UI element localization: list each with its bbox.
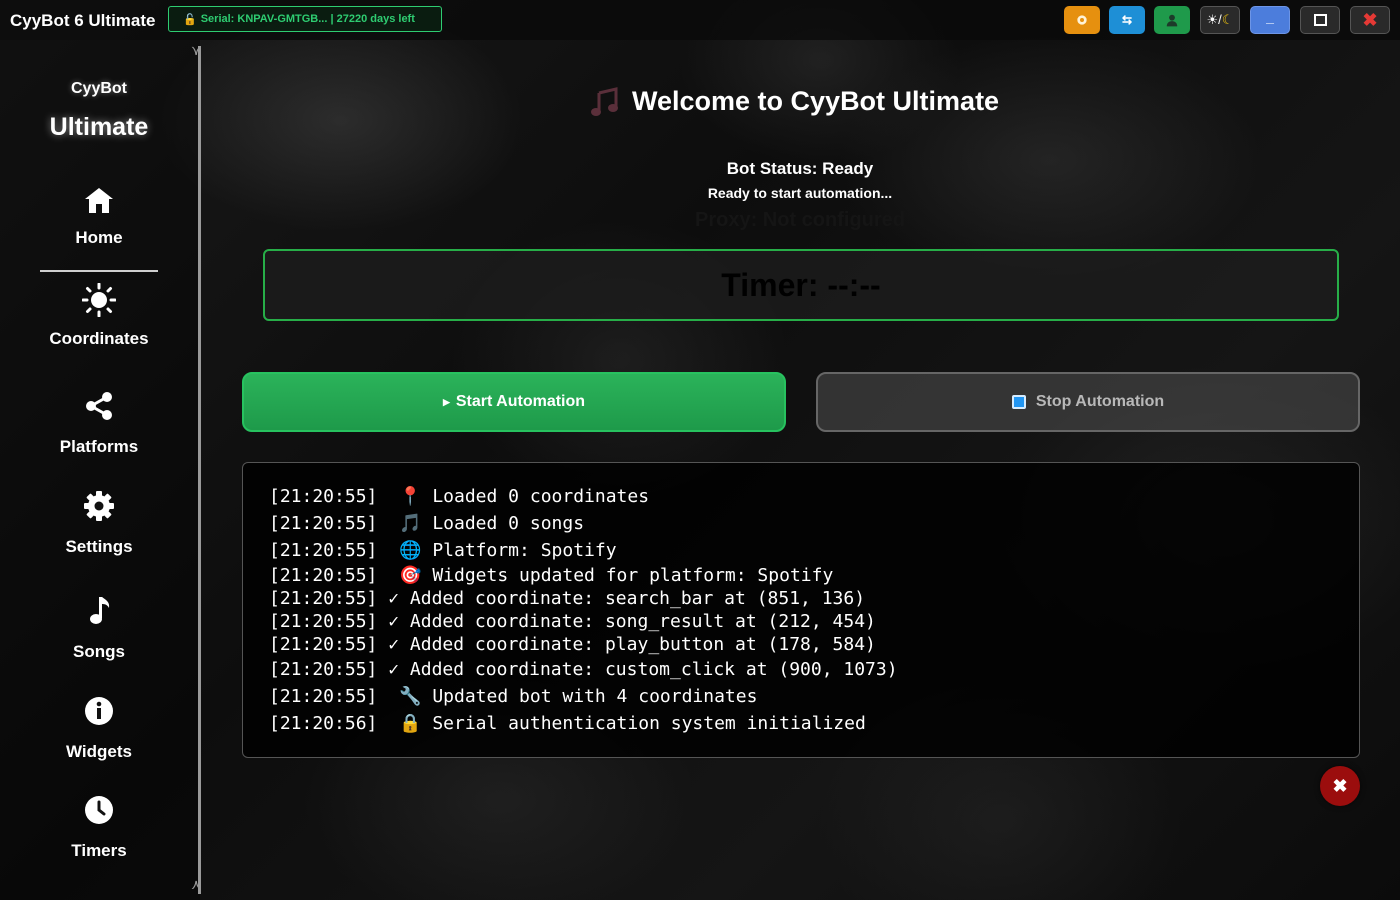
settings-gear-button[interactable] xyxy=(1064,6,1100,34)
sidebar-item-label: Timers xyxy=(71,841,127,860)
start-automation-label: Start Automation xyxy=(455,393,586,410)
log-line: [21:20:55] ✓ Added coordinate: play_butt… xyxy=(269,634,876,655)
clock-icon xyxy=(85,796,113,824)
close-floating-button[interactable]: ✖ xyxy=(1320,766,1360,806)
pin-icon: 📍 xyxy=(399,486,422,507)
sidebar-item-label: Settings xyxy=(65,537,133,556)
main-panel: Welcome to CyyBot Ultimate Bot Status: R… xyxy=(200,40,1400,900)
timer-panel: Timer: --:-- xyxy=(263,249,1339,321)
play-icon: ▶ xyxy=(442,396,450,407)
proxy-status: Proxy: Not configured xyxy=(694,209,905,231)
sidebar-item-label: Widgets xyxy=(66,742,132,761)
sidebar-item-platforms[interactable]: Platforms xyxy=(0,391,198,457)
checkmark-icon: ✓ xyxy=(388,634,400,655)
active-indicator xyxy=(40,270,158,272)
home-icon xyxy=(85,188,113,213)
sidebar-item-home[interactable]: Home xyxy=(0,186,198,248)
globe-icon: 🌐 xyxy=(399,540,422,561)
gear-icon xyxy=(1077,15,1087,25)
gear-icon xyxy=(84,491,114,521)
user-icon xyxy=(1166,14,1178,27)
close-icon: ✖ xyxy=(1362,9,1378,30)
wrench-icon: 🔧 xyxy=(399,686,422,707)
minimize-icon: _ xyxy=(1266,9,1274,25)
status-detail: Ready to start automation... xyxy=(707,185,893,201)
refresh-button[interactable]: ⇆ xyxy=(1109,6,1145,34)
brand-name: CyyBot xyxy=(70,80,127,97)
checkmark-icon: ✓ xyxy=(388,659,400,680)
user-button[interactable] xyxy=(1154,6,1190,34)
brand-edition: Ultimate xyxy=(49,113,149,141)
log-line: [21:20:55] ✓ Added coordinate: song_resu… xyxy=(269,611,876,632)
sidebar-item-widgets[interactable]: Widgets xyxy=(0,696,198,762)
stop-automation-button[interactable]: Stop Automation xyxy=(816,372,1360,432)
target-icon: 🎯 xyxy=(399,565,422,586)
sidebar-item-label: Platforms xyxy=(59,437,139,456)
sidebar-item-songs[interactable]: Songs xyxy=(0,596,198,662)
unlock-icon: 🔓 xyxy=(183,13,197,26)
refresh-icon: ⇆ xyxy=(1121,13,1133,27)
sidebar-scrollbar[interactable] xyxy=(198,46,201,894)
close-window-button[interactable]: ✖ xyxy=(1350,6,1390,34)
sun-icon xyxy=(82,283,116,317)
sidebar: CyyBot Ultimate Home Coordinates Platfor… xyxy=(0,40,200,900)
stop-icon xyxy=(1011,395,1026,409)
log-line: [21:20:55] 🌐 Platform: Spotify xyxy=(269,540,617,561)
close-icon: ✖ xyxy=(1332,775,1348,796)
sidebar-item-settings[interactable]: Settings xyxy=(0,491,198,557)
stop-automation-label: Stop Automation xyxy=(1035,393,1165,410)
sidebar-item-label: Songs xyxy=(73,642,125,661)
log-line: [21:20:55] ✓ Added coordinate: custom_cl… xyxy=(269,659,898,680)
serial-text: Serial: KNPAV-GMTGB... | 27220 days left xyxy=(200,13,415,25)
scroll-down-icon[interactable]: ⋏ xyxy=(191,876,201,893)
serial-badge[interactable]: 🔓 Serial: KNPAV-GMTGB... | 27220 days le… xyxy=(168,6,442,32)
sidebar-item-timers[interactable]: Timers xyxy=(0,795,198,861)
activity-log[interactable]: [21:20:55] 📍 Loaded 0 coordinates [21:20… xyxy=(242,462,1360,758)
info-icon xyxy=(85,697,113,725)
music-note-icon: 🎵 xyxy=(399,513,422,534)
log-line: [21:20:56] 🔒 Serial authentication syste… xyxy=(269,713,866,734)
sun-moon-icon: ☀/☾ xyxy=(1206,12,1234,27)
theme-toggle-button[interactable]: ☀/☾ xyxy=(1200,6,1240,34)
log-line: [21:20:55] 📍 Loaded 0 coordinates xyxy=(269,486,650,507)
share-icon xyxy=(86,392,112,420)
checkmark-icon: ✓ xyxy=(388,588,400,609)
bot-status: Bot Status: Ready xyxy=(726,159,874,178)
maximize-button[interactable] xyxy=(1300,6,1340,34)
scroll-up-icon[interactable]: ⋎ xyxy=(191,42,201,59)
log-line: [21:20:55] 🎯 Widgets updated for platfor… xyxy=(269,565,834,586)
welcome-text: Welcome to CyyBot Ultimate xyxy=(632,86,1000,116)
music-notes-icon xyxy=(591,86,618,116)
welcome-heading: Welcome to CyyBot Ultimate xyxy=(590,86,999,117)
lock-icon: 🔒 xyxy=(399,713,422,734)
checkmark-icon: ✓ xyxy=(388,611,400,632)
title-bar: CyyBot 6 Ultimate 🔓 Serial: KNPAV-GMTGB.… xyxy=(0,0,1400,40)
start-automation-button[interactable]: ▶ Start Automation xyxy=(242,372,786,432)
music-note-icon xyxy=(90,597,110,624)
log-line: [21:20:55] 🎵 Loaded 0 songs xyxy=(269,513,585,534)
sidebar-item-label: Home xyxy=(75,228,123,247)
timer-display: Timer: --:-- xyxy=(721,266,881,303)
maximize-icon xyxy=(1313,14,1327,26)
log-line: [21:20:55] 🔧 Updated bot with 4 coordina… xyxy=(269,686,758,707)
sidebar-item-coordinates[interactable]: Coordinates xyxy=(0,283,198,349)
minimize-button[interactable]: _ xyxy=(1250,6,1290,34)
app-title: CyyBot 6 Ultimate xyxy=(10,11,156,30)
sidebar-item-label: Coordinates xyxy=(49,329,149,348)
log-line: [21:20:55] ✓ Added coordinate: search_ba… xyxy=(269,588,866,609)
